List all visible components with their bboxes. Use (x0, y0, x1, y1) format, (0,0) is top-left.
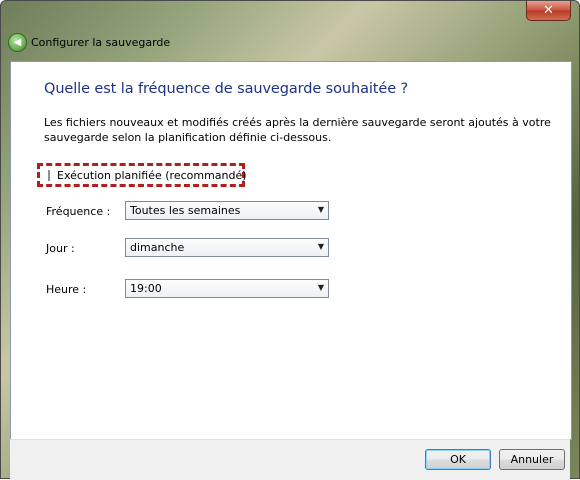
day-select[interactable]: dimanche ▼ (125, 238, 329, 257)
time-value: 19:00 (130, 282, 162, 295)
close-button[interactable]: ✕ (526, 1, 571, 21)
scheduled-run-highlight: Exécution planifiée (recommandé) (37, 163, 247, 187)
chevron-down-icon: ▼ (317, 205, 324, 214)
ok-button[interactable]: OK (425, 449, 491, 470)
close-icon: ✕ (543, 3, 554, 18)
day-value: dimanche (130, 241, 185, 254)
frequency-label: Fréquence : (46, 205, 111, 218)
window-title: Configurer la sauvegarde (31, 35, 171, 49)
frequency-value: Toutes les semaines (130, 204, 241, 217)
time-label: Heure : (46, 283, 87, 296)
time-select[interactable]: 19:00 ▼ (125, 279, 329, 298)
chevron-down-icon: ▼ (317, 283, 324, 292)
page-description: Les fichiers nouveaux et modifiés créés … (44, 116, 551, 144)
page-heading: Quelle est la fréquence de sauvegarde so… (44, 81, 409, 97)
chevron-down-icon: ▼ (317, 242, 324, 251)
back-arrow-icon[interactable]: ◀ (8, 32, 27, 52)
dialog-footer: OK Annuler (10, 439, 570, 480)
dialog-window: ✕ ◀ Configurer la sauvegarde Quelle est … (0, 0, 580, 480)
day-label: Jour : (46, 242, 75, 255)
frequency-select[interactable]: Toutes les semaines ▼ (125, 201, 329, 220)
cancel-button[interactable]: Annuler (499, 449, 565, 470)
title-bar: ◀ Configurer la sauvegarde (8, 32, 170, 52)
scheduled-run-label[interactable]: Exécution planifiée (recommandé) (57, 169, 247, 182)
scheduled-run-checkbox[interactable] (48, 169, 50, 181)
main-panel: Quelle est la fréquence de sauvegarde so… (10, 61, 572, 440)
